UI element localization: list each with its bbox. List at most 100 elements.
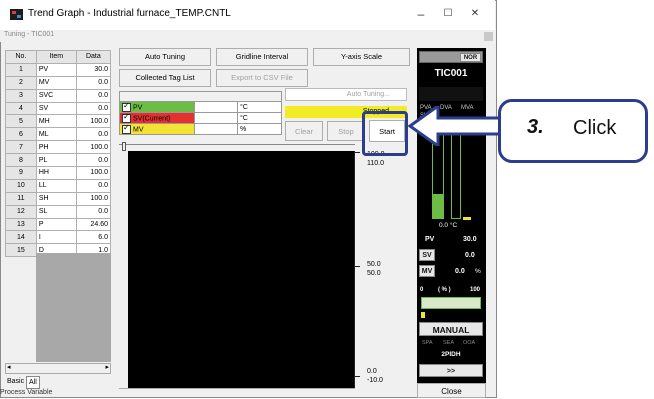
y-axis-scale-button[interactable]: Y-axis Scale [313,48,410,66]
clear-button[interactable]: Clear [285,121,323,141]
scroll-left-icon[interactable]: ◂ [7,363,11,371]
expand-button[interactable]: >> [419,364,483,377]
axis-mid-b: 50.0 [367,270,381,277]
row-data: 0.0 [75,127,112,142]
sv-checkbox[interactable] [122,112,131,123]
window-title: Trend Graph - Industrial furnace_TEMP.CN… [28,8,231,19]
title-bar: Trend Graph - Industrial furnace_TEMP.CN… [0,0,495,30]
row-number: 6 [5,127,37,142]
row-item: PH [35,140,77,155]
col-data-header: Data [75,50,112,64]
tag-legend-table: PV °C SV(Current) °C MV % [119,91,282,135]
table-row[interactable]: 10 LL 0.0 [5,178,112,193]
export-csv-button[interactable]: Export to CSV File [216,69,308,87]
tab-basic[interactable]: Basic [5,376,26,387]
table-row[interactable]: 3 SVC 0.0 [5,88,112,103]
scale-max: 100 [470,287,481,293]
row-number: 10 [5,178,37,193]
table-row[interactable]: 11 SH 100.0 [5,191,112,206]
auto-tuning-button[interactable]: Auto Tuning [119,48,211,66]
row-item: SL [35,204,77,219]
resize-grip[interactable] [484,32,493,41]
tab-all[interactable]: All [26,376,40,389]
mv-slider-marker[interactable] [421,312,425,318]
row-data: 0.0 [75,101,112,116]
table-row[interactable]: 13 P 24.60 [5,217,112,232]
row-item: HH [35,166,77,180]
row-item: LL [35,178,77,193]
alarm-sea: SEA [443,340,455,346]
table-row[interactable]: 6 ML 0.0 [5,127,112,142]
table-row[interactable]: 5 MH 100.0 [5,114,112,129]
temperature-reading: 0.0 °C [439,222,458,229]
stop-button[interactable]: Stop [327,121,365,141]
axis-tick [354,152,360,153]
row-item: SH [35,191,77,206]
table-row[interactable]: 4 SV 0.0 [5,101,112,116]
tag-row-pv: PV °C [119,101,282,113]
horizontal-scrollbar[interactable]: ◂ ▸ [5,363,111,374]
app-icon [10,9,23,20]
gridline-interval-button[interactable]: Gridline Interval [216,48,308,66]
mv-checkbox[interactable] [122,123,131,134]
auto-tuning-progress-field: Auto Tuning... [285,88,407,101]
row-data: 0.0 [75,88,112,103]
mv-button[interactable]: MV [419,265,435,277]
row-item: P [35,217,77,232]
step-action: Click [573,117,617,139]
minimize-icon[interactable]: – [412,5,430,23]
manual-mode-button[interactable]: MANUAL [419,322,483,336]
status-bar-text: Process Variable [0,389,53,396]
plot-scrollbar[interactable] [119,388,355,398]
col-no-header: No. [5,50,37,64]
row-item: I [35,230,77,245]
row-number: 5 [5,114,37,129]
time-cursor-handle[interactable] [122,142,126,151]
row-number: 3 [5,88,37,103]
row-number: 14 [5,230,37,245]
row-data: 100.0 [75,114,112,129]
table-row[interactable]: 12 SL 0.0 [5,204,112,219]
table-row[interactable]: 1 PV 30.0 [5,62,112,77]
table-row[interactable]: 7 PH 100.0 [5,140,112,155]
pv-label: PV [425,236,435,243]
pv-checkbox[interactable] [122,101,131,112]
scale-unit: ( % ) [438,287,451,293]
close-icon[interactable]: ✕ [466,5,484,23]
nor-badge: NOR [460,53,481,62]
table-empty-area [36,253,111,362]
instruction-callout: 3. Click [498,99,648,163]
row-number: 15 [5,243,37,258]
close-button[interactable]: Close [417,383,486,398]
row-data: 0.0 [75,153,112,168]
pv-bar-fill [433,194,443,218]
row-item: PV [35,62,77,77]
mv-scale-slider[interactable] [421,297,481,309]
table-row[interactable]: 9 HH 100.0 [5,166,112,180]
faceplate-title-bar [419,87,483,101]
row-data: 0.0 [75,204,112,219]
tag-unit: % [237,123,282,135]
tag-row-mv: MV % [119,123,282,135]
axis-bot-a: 0.0 [367,368,377,375]
row-item: SV [35,101,77,116]
row-number: 8 [5,153,37,168]
sv-button[interactable]: SV [419,249,435,261]
table-row[interactable]: 8 PL 0.0 [5,153,112,168]
tag-row-sv: SV(Current) °C [119,112,282,124]
row-number: 11 [5,191,37,206]
scroll-right-icon[interactable]: ▸ [105,363,109,371]
collected-tag-list-button[interactable]: Collected Tag List [119,69,211,87]
table-row[interactable]: 2 MV 0.0 [5,75,112,90]
axis-tick [354,376,360,377]
step-number: 3. [527,116,544,138]
table-row[interactable]: 14 I 6.0 [5,230,112,245]
row-data: 24.60 [75,217,112,232]
row-number: 9 [5,166,37,180]
y-axis-line [354,151,355,388]
maximize-icon[interactable]: ☐ [439,5,457,23]
algorithm-label: 2PIDH [441,351,461,358]
row-item: ML [35,127,77,142]
trend-plot-area [128,151,354,388]
row-data: 100.0 [75,140,112,155]
